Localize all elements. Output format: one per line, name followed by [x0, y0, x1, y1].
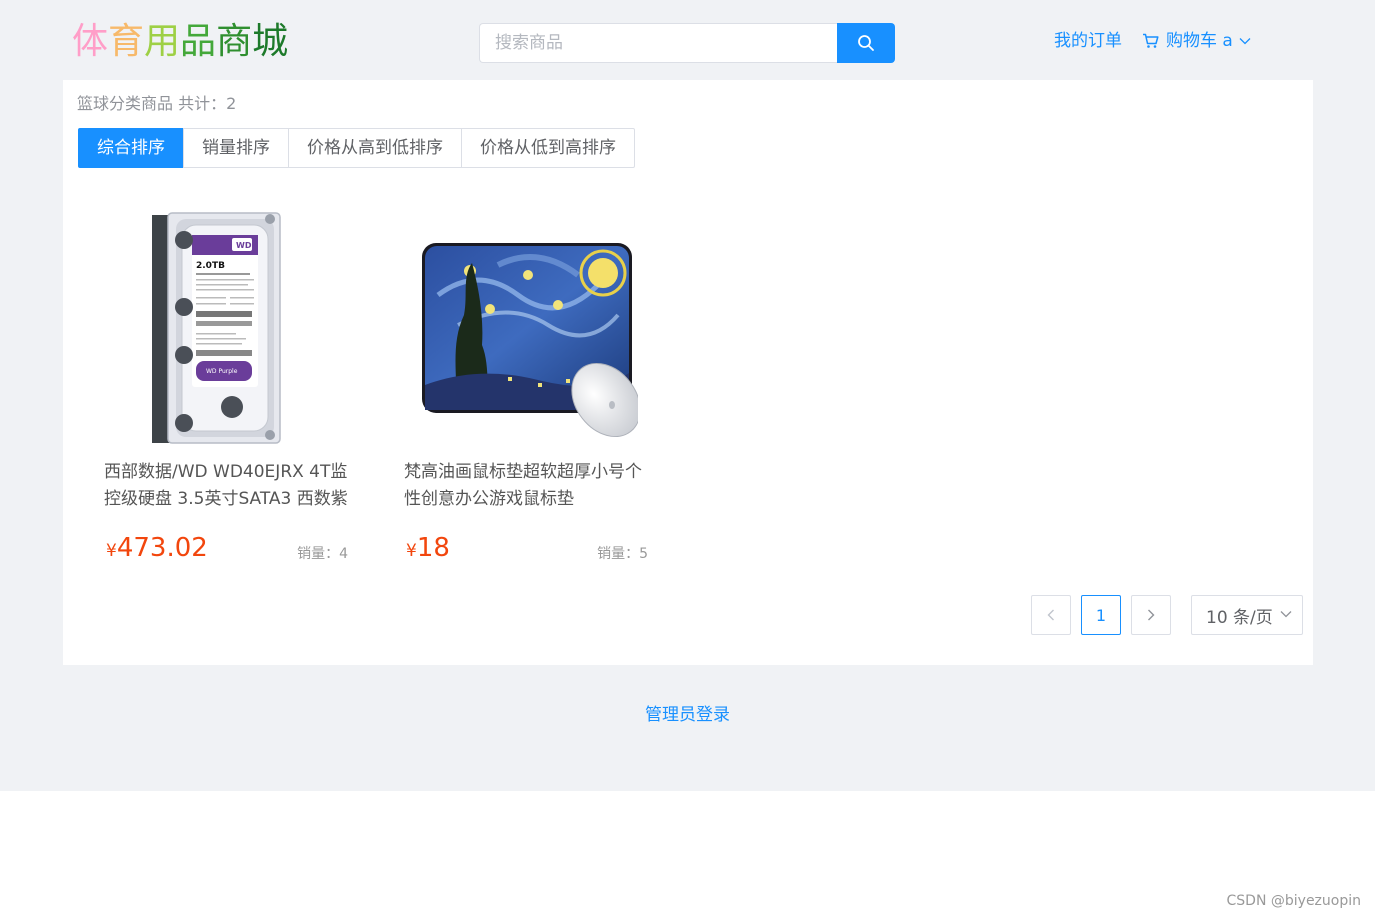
watermark: CSDN @biyezuopin — [1226, 893, 1361, 909]
mousepad-image[interactable] — [398, 205, 638, 445]
sort-sales-button[interactable]: 销量排序 — [183, 128, 289, 168]
logo-char: 城 — [252, 21, 289, 62]
logo-char: 商 — [216, 21, 253, 62]
logo-char: 体 — [72, 21, 109, 62]
svg-text:WD: WD — [236, 241, 252, 250]
price-value: 473.02 — [116, 533, 208, 563]
drive-capacity-label: 2.0TB — [196, 261, 225, 271]
product-price: ¥473.02 — [106, 533, 208, 563]
category-count: 篮球分类商品 共计：2 — [77, 94, 237, 113]
sort-price-desc-button[interactable]: 价格从高到低排序 — [288, 128, 462, 168]
page-number-button[interactable]: 1 — [1081, 595, 1121, 635]
search-input[interactable] — [479, 23, 837, 63]
product-sales: 销量：4 — [297, 546, 348, 562]
product-price: ¥18 — [406, 533, 450, 563]
product-card[interactable]: 梵高油画鼠标垫超软超厚小号个性创意办公游戏鼠标垫 ¥18 销量：5 — [388, 205, 648, 585]
sort-price-asc-button[interactable]: 价格从低到高排序 — [461, 128, 635, 168]
search-button[interactable] — [837, 23, 895, 63]
hard-drive-image[interactable]: WD 2.0TB WD Purple — [98, 205, 338, 445]
chevron-right-icon — [1148, 609, 1155, 621]
cart-icon — [1143, 33, 1159, 48]
currency-symbol: ¥ — [106, 541, 117, 561]
page-size-select[interactable]: 10 条/页 — [1191, 595, 1303, 635]
search-icon — [858, 35, 874, 51]
page-size-value: 10 条/页 — [1206, 607, 1273, 628]
currency-symbol: ¥ — [406, 541, 417, 561]
logo-char: 育 — [108, 21, 145, 62]
site-logo[interactable]: 体育用品商城 — [72, 18, 288, 66]
cart-dropdown[interactable]: 购物车 a — [1142, 29, 1251, 53]
chevron-down-icon — [1239, 38, 1251, 45]
sort-default-button[interactable]: 综合排序 — [78, 128, 184, 168]
svg-text:WD Purple: WD Purple — [206, 368, 238, 375]
sort-button-group: 综合排序 销量排序 价格从高到低排序 价格从低到高排序 — [78, 128, 635, 168]
product-panel: 篮球分类商品 共计：2 综合排序 销量排序 价格从高到低排序 价格从低到高排序 … — [63, 80, 1313, 665]
cart-label: 购物车 a — [1166, 31, 1233, 51]
price-value: 18 — [416, 533, 450, 563]
logo-char: 品 — [180, 21, 217, 62]
product-title[interactable]: 梵高油画鼠标垫超软超厚小号个性创意办公游戏鼠标垫 — [404, 459, 654, 513]
product-title[interactable]: 西部数据/WD WD40EJRX 4T监控级硬盘 3.5英寸SATA3 西数紫 — [104, 459, 354, 513]
my-orders-link[interactable]: 我的订单 — [1054, 29, 1122, 53]
prev-page-button[interactable] — [1031, 595, 1071, 635]
chevron-left-icon — [1047, 609, 1054, 621]
logo-char: 用 — [144, 21, 181, 62]
next-page-button[interactable] — [1131, 595, 1171, 635]
admin-login-link[interactable]: 管理员登录 — [0, 703, 1375, 727]
search-bar — [479, 23, 895, 63]
product-sales: 销量：5 — [597, 546, 648, 562]
chevron-down-icon — [1280, 611, 1292, 618]
product-card[interactable]: WD 2.0TB WD Purple 西部数据/WD WD40EJRX 4T监控… — [88, 205, 348, 585]
